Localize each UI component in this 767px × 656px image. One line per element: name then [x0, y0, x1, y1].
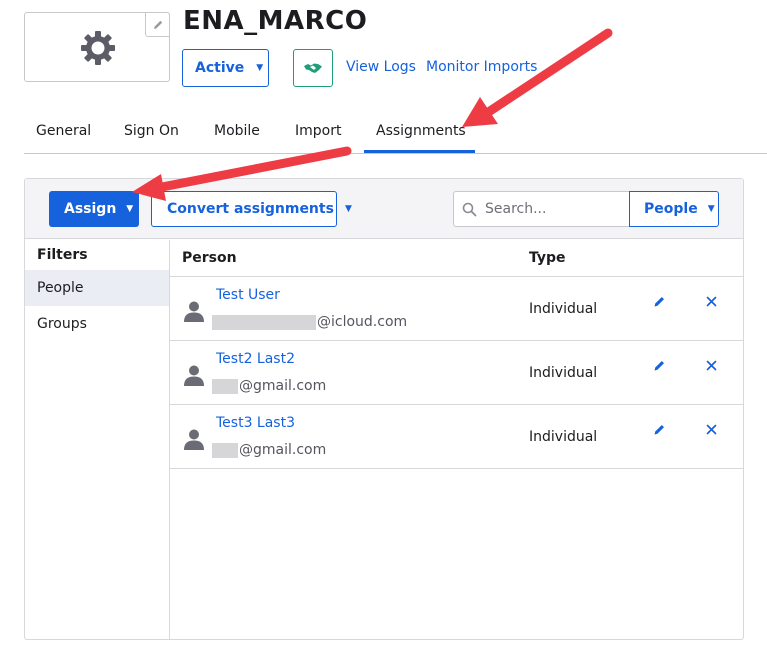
person-email: @gmail.com — [212, 378, 326, 394]
caret-down-icon: ▼ — [707, 204, 715, 214]
filter-groups[interactable]: Groups — [25, 306, 169, 342]
status-label: Active — [195, 60, 245, 76]
search-type-dropdown[interactable]: People ▼ — [629, 191, 719, 227]
edit-assignment-button[interactable] — [651, 293, 667, 309]
search-icon — [462, 202, 477, 217]
status-dropdown-button[interactable]: Active ▼ — [182, 49, 269, 87]
person-name-link[interactable]: Test3 Last3 — [216, 415, 295, 431]
email-suffix: @gmail.com — [239, 442, 327, 458]
email-suffix: @icloud.com — [317, 314, 408, 330]
person-email: @icloud.com — [212, 314, 407, 330]
page-title: ENA_MARCO — [183, 6, 368, 36]
remove-assignment-button[interactable] — [703, 293, 719, 309]
remove-assignment-button[interactable] — [703, 421, 719, 437]
caret-down-icon: ▼ — [256, 63, 264, 73]
gear-icon — [81, 31, 115, 65]
redacted-text — [212, 442, 238, 458]
tab-import[interactable]: Import — [295, 123, 341, 139]
edit-assignment-button[interactable] — [651, 421, 667, 437]
redacted-text — [212, 314, 316, 330]
person-icon — [184, 429, 204, 450]
person-icon — [184, 301, 204, 322]
search-type-label: People — [644, 201, 698, 217]
column-header-person: Person — [182, 250, 237, 266]
assign-label: Assign — [64, 201, 117, 217]
edit-assignment-button[interactable] — [651, 357, 667, 373]
pencil-icon — [654, 296, 664, 306]
row-divider — [170, 468, 743, 469]
search-box — [453, 191, 630, 227]
type-cell: Individual — [529, 301, 598, 317]
view-logs-link[interactable]: View Logs — [346, 59, 416, 75]
redacted-text — [212, 378, 238, 394]
close-icon — [706, 296, 716, 306]
app-logo — [24, 12, 170, 82]
pencil-icon — [654, 360, 664, 370]
close-icon — [706, 424, 716, 434]
type-cell: Individual — [529, 365, 598, 381]
search-input[interactable] — [485, 199, 625, 219]
pencil-icon — [654, 424, 664, 434]
tab-mobile[interactable]: Mobile — [214, 123, 260, 139]
monitor-imports-link[interactable]: Monitor Imports — [426, 59, 537, 75]
person-name-link[interactable]: Test2 Last2 — [216, 351, 295, 367]
edit-logo-button[interactable] — [145, 12, 170, 37]
person-name-link[interactable]: Test User — [216, 287, 280, 303]
tab-assignments[interactable]: Assignments — [376, 123, 466, 139]
close-icon — [706, 360, 716, 370]
pencil-icon — [153, 20, 162, 29]
tab-general[interactable]: General — [36, 123, 91, 139]
column-header-type: Type — [529, 250, 566, 266]
filters-title: Filters — [37, 247, 88, 263]
filter-label: People — [37, 280, 84, 296]
remove-assignment-button[interactable] — [703, 357, 719, 373]
assign-button[interactable]: Assign ▼ — [49, 191, 139, 227]
person-email: @gmail.com — [212, 442, 326, 458]
tab-sign-on[interactable]: Sign On — [124, 123, 179, 139]
filter-people[interactable]: People — [25, 270, 169, 306]
type-cell: Individual — [529, 429, 598, 445]
email-suffix: @gmail.com — [239, 378, 327, 394]
caret-down-icon: ▼ — [344, 204, 352, 214]
tabs-divider — [24, 153, 767, 154]
person-icon — [184, 365, 204, 386]
integration-button[interactable] — [293, 49, 333, 87]
caret-down-icon: ▼ — [126, 204, 134, 214]
handshake-icon — [304, 63, 322, 73]
annotation-arrow — [462, 28, 613, 127]
convert-assignments-button[interactable]: Convert assignments ▼ — [151, 191, 352, 227]
convert-assignments-label: Convert assignments — [167, 201, 334, 217]
filter-label: Groups — [37, 316, 87, 332]
